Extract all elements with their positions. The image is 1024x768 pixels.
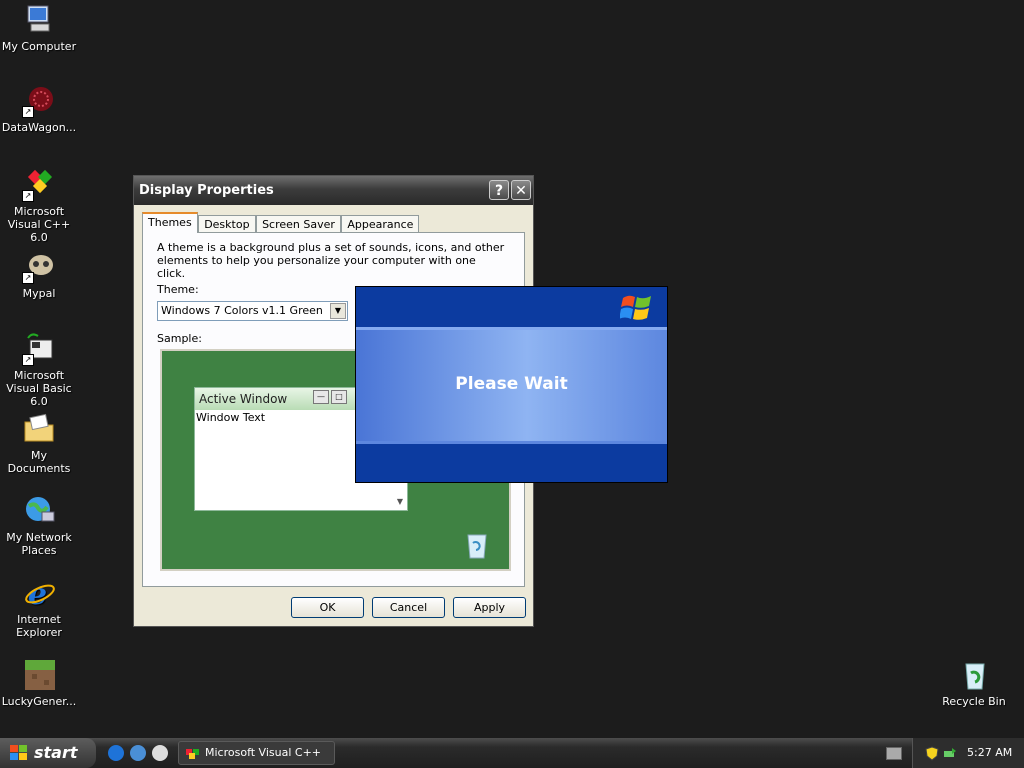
desktop-icon-datawagon[interactable]: ↗ DataWagon... bbox=[0, 84, 79, 134]
quicklaunch-outlook-icon[interactable] bbox=[130, 745, 146, 761]
desktop-icon-label: LuckyGener... bbox=[1, 695, 77, 708]
close-icon: ✕ bbox=[515, 183, 527, 199]
desktop-icon-recycle-bin[interactable]: Recycle Bin bbox=[934, 658, 1014, 708]
keyboard-icon[interactable] bbox=[886, 747, 902, 760]
tab-themes[interactable]: Themes bbox=[142, 212, 198, 233]
chevron-down-icon[interactable]: ▼ bbox=[330, 303, 346, 319]
ok-button[interactable]: OK bbox=[291, 597, 364, 618]
clock[interactable]: 5:27 AM bbox=[967, 738, 1012, 768]
desktop-icon-label: Recycle Bin bbox=[942, 695, 1006, 708]
desktop-icon-label: Internet Explorer bbox=[16, 613, 62, 639]
shortcut-arrow-icon: ↗ bbox=[22, 106, 34, 118]
start-label: start bbox=[34, 743, 78, 762]
tab-screen-saver[interactable]: Screen Saver bbox=[256, 215, 341, 233]
windows-flag-icon bbox=[10, 745, 27, 760]
taskbar-button-visual-cpp[interactable]: Microsoft Visual C++ bbox=[178, 741, 335, 765]
desktop-icon-mypal[interactable]: ↗ Mypal bbox=[0, 250, 79, 300]
themes-description: A theme is a background plus a set of so… bbox=[157, 241, 505, 280]
desktop-icon-label: My Documents bbox=[7, 449, 71, 475]
mypal-icon: ↗ bbox=[22, 250, 56, 284]
shortcut-arrow-icon: ↗ bbox=[22, 354, 34, 366]
shortcut-arrow-icon: ↗ bbox=[22, 272, 34, 284]
network-icon bbox=[22, 494, 56, 528]
internet-explorer-icon: e bbox=[22, 576, 56, 612]
taskbar: start Microsoft Visual C++ 5:27 AM bbox=[0, 738, 1024, 768]
window-title: Display Properties bbox=[139, 183, 274, 198]
sample-window-title: Active Window bbox=[199, 392, 288, 406]
sample-recycle-bin-icon bbox=[465, 531, 489, 559]
computer-icon bbox=[22, 3, 56, 37]
desktop-icon-internet-explorer[interactable]: e Internet Explorer bbox=[0, 576, 79, 639]
desktop-icon-label: Microsoft Visual C++ 6.0 bbox=[7, 205, 71, 244]
security-shield-icon[interactable] bbox=[925, 746, 939, 761]
quicklaunch-media-player-icon[interactable] bbox=[152, 745, 168, 761]
minimize-icon: — bbox=[313, 390, 329, 404]
taskbar-button-label: Microsoft Visual C++ bbox=[205, 746, 322, 759]
close-button[interactable]: ✕ bbox=[511, 180, 531, 200]
tab-appearance[interactable]: Appearance bbox=[341, 215, 420, 233]
desktop-icon-visual-cpp[interactable]: ↗ Microsoft Visual C++ 6.0 bbox=[0, 168, 79, 244]
help-button[interactable]: ? bbox=[489, 180, 509, 200]
sample-label: Sample: bbox=[157, 332, 202, 345]
start-button[interactable]: start bbox=[0, 738, 96, 768]
tab-desktop[interactable]: Desktop bbox=[198, 215, 256, 233]
windows-logo-icon bbox=[620, 295, 651, 320]
tab-strip: Themes Desktop Screen Saver Appearance bbox=[142, 212, 420, 233]
please-wait-dialog: Please Wait bbox=[355, 286, 668, 483]
safely-remove-hardware-icon[interactable] bbox=[943, 746, 957, 760]
maximize-icon: □ bbox=[331, 390, 347, 404]
theme-select-value: Windows 7 Colors v1.1 Green bbox=[161, 304, 323, 317]
grass-block-icon bbox=[22, 658, 56, 692]
window-titlebar[interactable]: Display Properties ? ✕ bbox=[134, 176, 533, 205]
recycle-bin-icon bbox=[957, 658, 991, 692]
desktop-icon-my-computer[interactable]: My Computer bbox=[0, 3, 79, 53]
folder-icon bbox=[22, 412, 56, 446]
system-tray: 5:27 AM bbox=[912, 738, 1024, 768]
please-wait-header bbox=[356, 287, 667, 327]
please-wait-text: Please Wait bbox=[356, 327, 667, 441]
desktop-icon-label: My Computer bbox=[1, 40, 77, 53]
desktop-icon-my-documents[interactable]: My Documents bbox=[0, 412, 79, 475]
scroll-down-icon: ▼ bbox=[396, 497, 404, 506]
apply-button[interactable]: Apply bbox=[453, 597, 526, 618]
visual-basic-icon: ↗ bbox=[22, 332, 56, 366]
desktop-icon-my-network-places[interactable]: My Network Places bbox=[0, 494, 79, 557]
quicklaunch-internet-explorer-icon[interactable] bbox=[108, 745, 124, 761]
theme-select[interactable]: Windows 7 Colors v1.1 Green ▼ bbox=[157, 301, 348, 321]
cancel-button[interactable]: Cancel bbox=[372, 597, 445, 618]
desktop-icon-label: Mypal bbox=[22, 287, 56, 300]
theme-label: Theme: bbox=[157, 283, 199, 296]
help-icon: ? bbox=[494, 183, 504, 199]
desktop-icon-label: My Network Places bbox=[6, 531, 72, 557]
visual-cpp-icon: ↗ bbox=[22, 168, 56, 202]
desktop-icon-visual-basic[interactable]: ↗ Microsoft Visual Basic 6.0 bbox=[0, 332, 79, 408]
desktop-icon-label: DataWagon... bbox=[1, 121, 77, 134]
datawagon-icon: ↗ bbox=[22, 84, 56, 118]
desktop-icon-luckygenerator[interactable]: LuckyGener... bbox=[0, 658, 79, 708]
visual-cpp-small-icon bbox=[186, 749, 199, 759]
please-wait-footer bbox=[356, 441, 667, 482]
desktop-icon-label: Microsoft Visual Basic 6.0 bbox=[6, 369, 72, 408]
shortcut-arrow-icon: ↗ bbox=[22, 190, 34, 202]
